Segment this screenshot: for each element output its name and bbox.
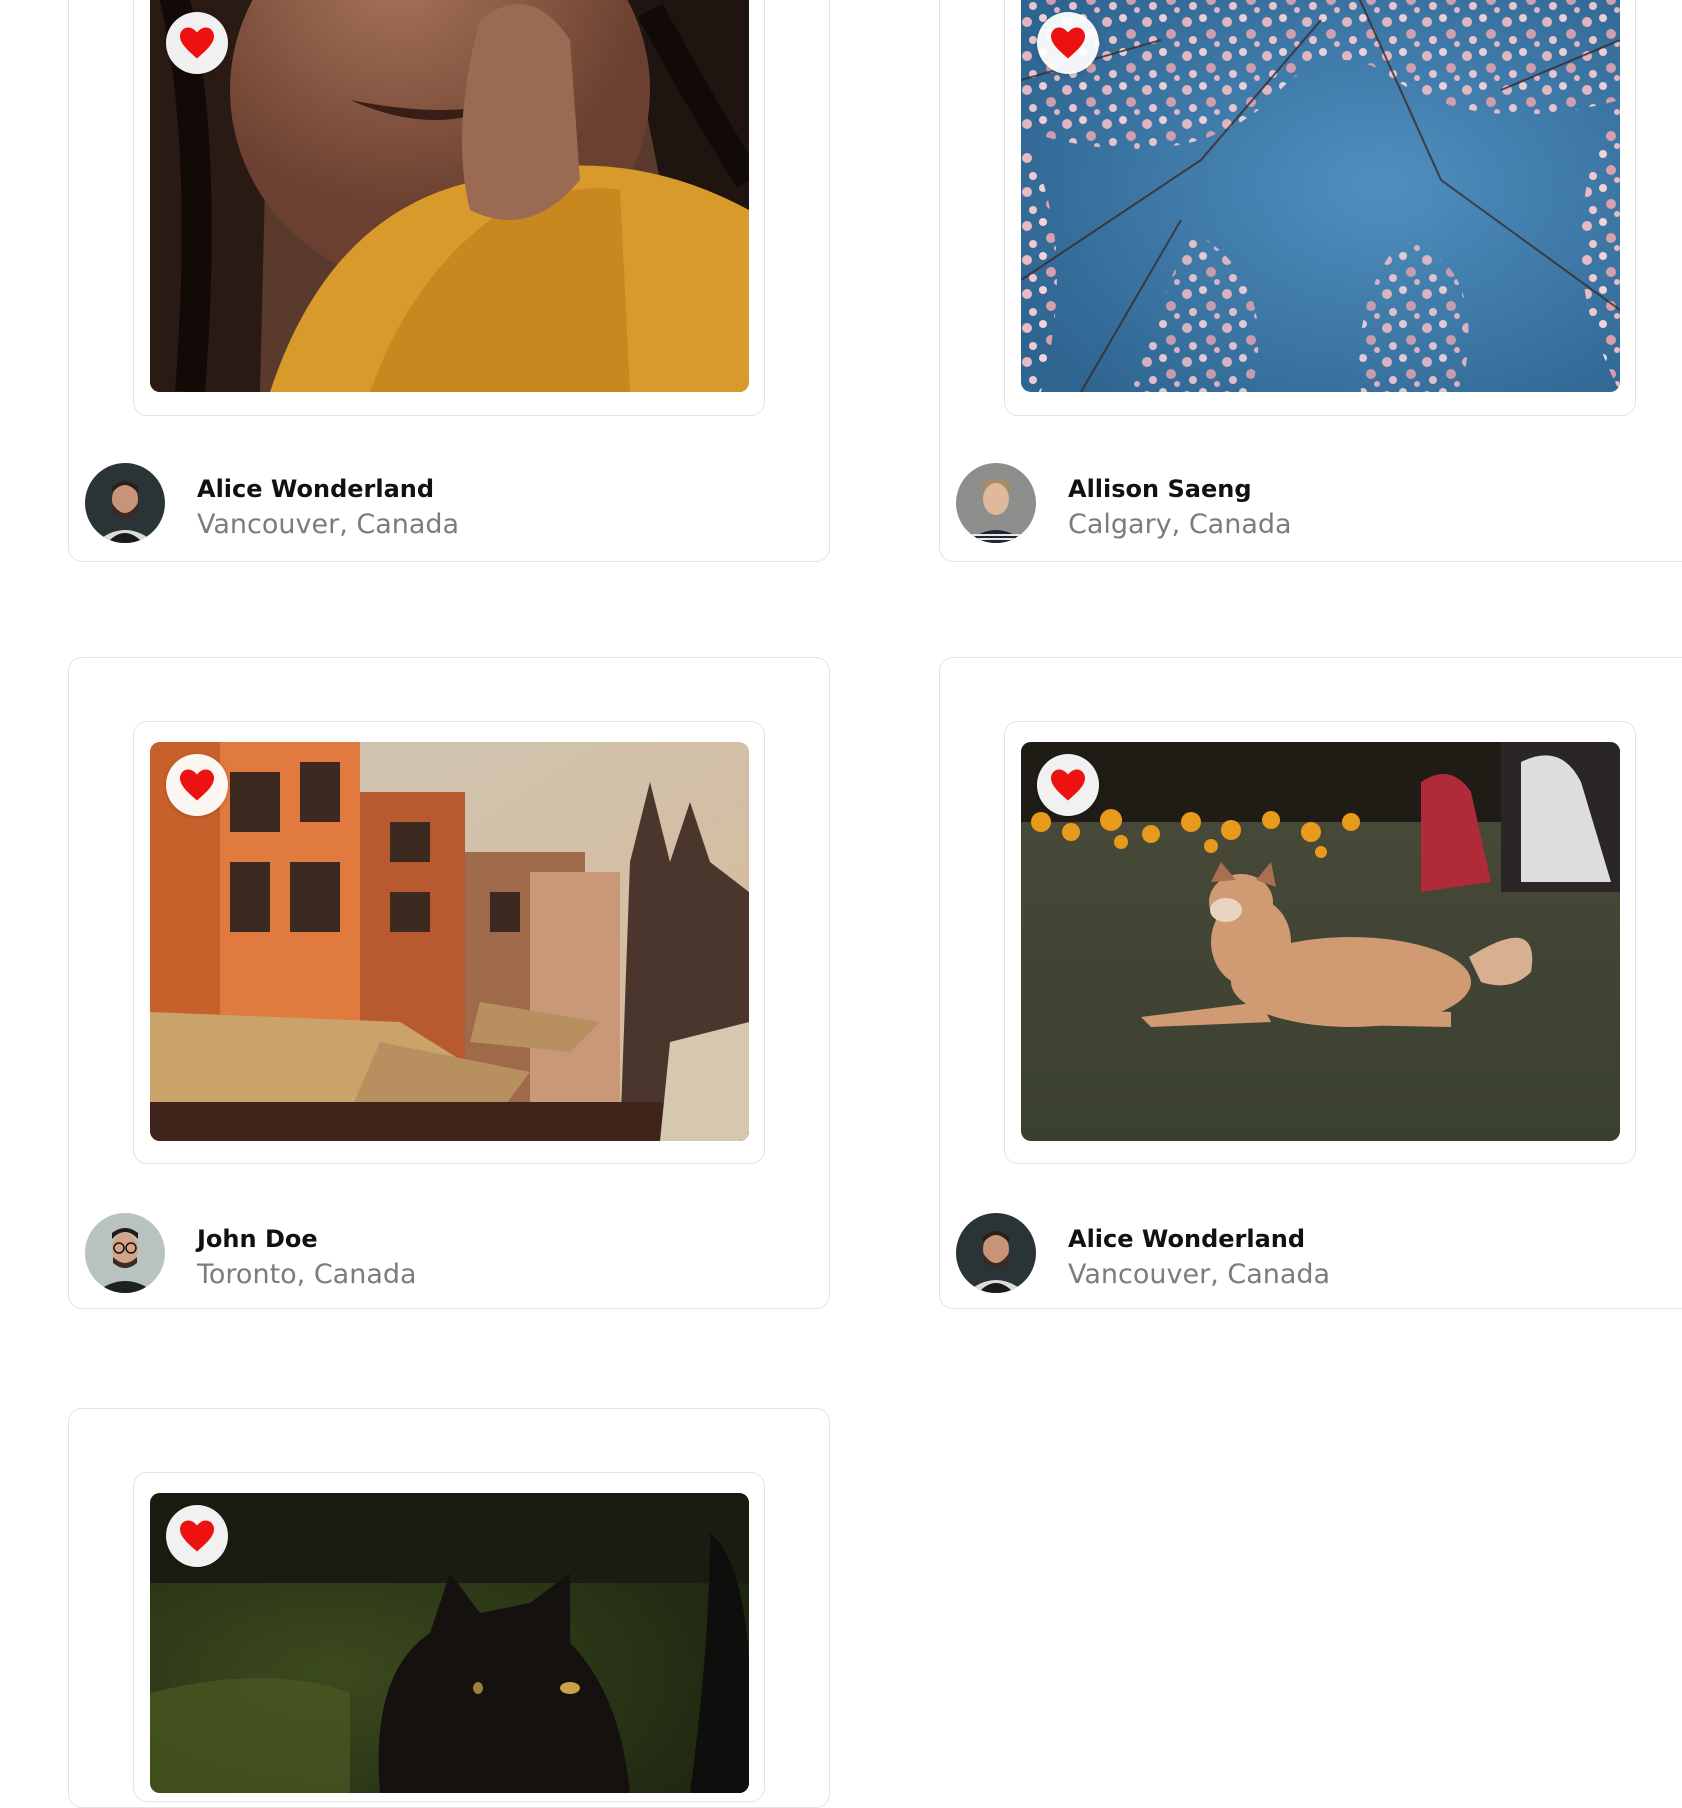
heart-icon xyxy=(180,1520,214,1552)
author-info[interactable]: John Doe Toronto, Canada xyxy=(85,1213,785,1297)
orange-buildings-temple-photo[interactable] xyxy=(150,742,749,1141)
favorite-button[interactable] xyxy=(1037,12,1099,74)
heart-icon xyxy=(180,769,214,801)
author-location: Vancouver, Canada xyxy=(197,509,460,540)
blond-man-avatar[interactable] xyxy=(956,463,1036,543)
black-cat-photo[interactable] xyxy=(150,1493,749,1793)
author-name[interactable]: John Doe xyxy=(197,1225,318,1253)
author-name[interactable]: Alice Wonderland xyxy=(197,475,434,503)
author-location: Toronto, Canada xyxy=(197,1259,417,1290)
author-name[interactable]: Allison Saeng xyxy=(1068,475,1252,503)
author-location: Vancouver, Canada xyxy=(1068,1259,1331,1290)
favorite-button[interactable] xyxy=(166,754,228,816)
heart-icon xyxy=(1051,27,1085,59)
cherry-blossom-photo[interactable] xyxy=(1021,0,1620,392)
dog-on-grass-photo[interactable] xyxy=(1021,742,1620,1141)
author-location: Calgary, Canada xyxy=(1068,509,1292,540)
author-info[interactable]: Alice Wonderland Vancouver, Canada xyxy=(85,463,785,547)
author-name[interactable]: Alice Wonderland xyxy=(1068,1225,1305,1253)
bearded-man-avatar[interactable] xyxy=(956,1213,1036,1293)
man-glasses-avatar[interactable] xyxy=(85,1213,165,1293)
bearded-man-avatar[interactable] xyxy=(85,463,165,543)
author-info[interactable]: Allison Saeng Calgary, Canada xyxy=(956,463,1656,547)
favorite-button[interactable] xyxy=(166,12,228,74)
woman-yellow-sweater-photo[interactable] xyxy=(150,0,749,392)
favorite-button[interactable] xyxy=(166,1505,228,1567)
heart-icon xyxy=(180,27,214,59)
heart-icon xyxy=(1051,769,1085,801)
favorite-button[interactable] xyxy=(1037,754,1099,816)
author-info[interactable]: Alice Wonderland Vancouver, Canada xyxy=(956,1213,1656,1297)
